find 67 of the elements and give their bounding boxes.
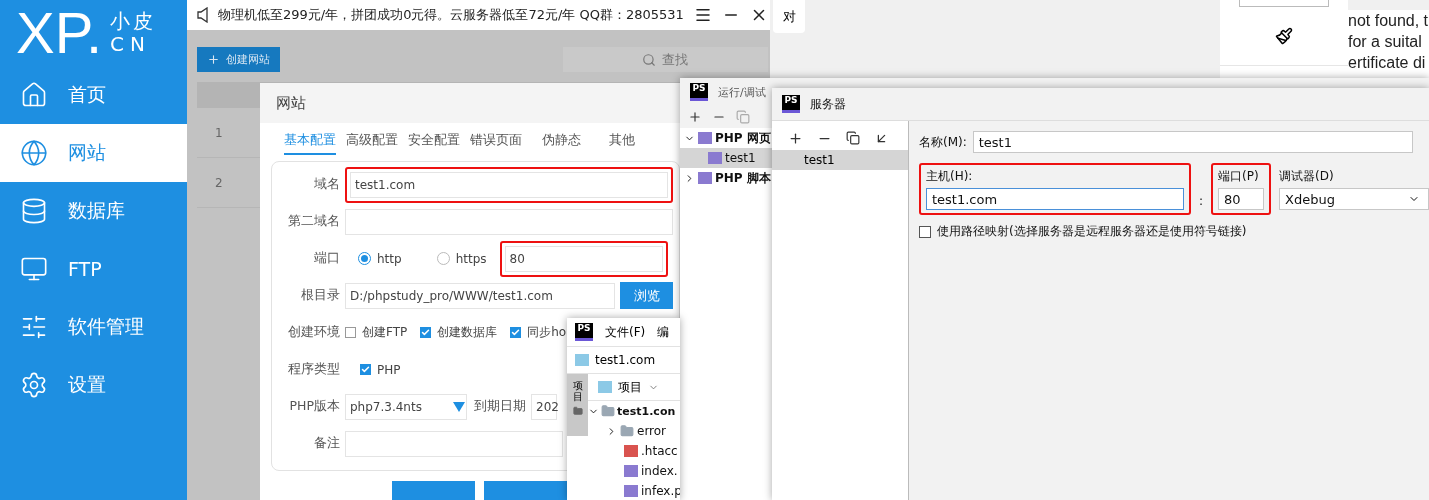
table-cell: 2: [215, 175, 223, 190]
logo-domain: CN: [110, 33, 152, 56]
checkbox-label: 创建数据库: [437, 324, 498, 341]
browser-text-line: not found, t: [1348, 11, 1429, 31]
tree-item[interactable]: test1.con: [588, 401, 680, 421]
host-field[interactable]: test1.com: [925, 188, 1184, 210]
tree-item[interactable]: error: [588, 421, 680, 441]
checkbox-label: PHP: [377, 362, 401, 377]
tree-item[interactable]: .htacc: [588, 441, 680, 461]
field-label: 主机(H):: [925, 168, 974, 185]
field-label: 到期日期: [473, 398, 526, 415]
logo-mark: XP.: [16, 4, 102, 62]
app-logo: PS: [575, 323, 593, 341]
app-logo: PS: [782, 95, 800, 113]
side-tab[interactable]: 项目: [567, 374, 588, 436]
menu-item[interactable]: 文件(F): [605, 323, 646, 341]
domain-field[interactable]: test1.com: [350, 171, 668, 198]
tree-item[interactable]: PHP 网页: [680, 128, 772, 148]
field-label: 根目录: [300, 287, 340, 304]
tab[interactable]: 伪静态: [542, 129, 581, 155]
tab[interactable]: 错误页面: [470, 129, 522, 155]
name-field[interactable]: test1: [972, 131, 1413, 153]
port-field[interactable]: 80: [1218, 188, 1264, 210]
field-label: 端口: [313, 250, 340, 267]
radio-option[interactable]: https: [436, 251, 487, 266]
radio-option[interactable]: http: [358, 251, 402, 266]
app-logo: PS: [690, 83, 708, 101]
field-label: 端口(P): [1218, 168, 1260, 185]
menu-item[interactable]: 编: [657, 323, 670, 341]
browser-text-line: for a suital: [1348, 32, 1423, 52]
view-selector[interactable]: 项目: [618, 378, 642, 396]
field-label: 创建环境: [287, 324, 340, 341]
field-label: 第二域名: [287, 213, 340, 230]
tab-card[interactable]: 对: [773, 0, 805, 33]
debugger-select[interactable]: Xdebug: [1279, 188, 1429, 210]
expiry-date-field[interactable]: 202: [531, 393, 557, 420]
field-label: PHP版本: [288, 398, 340, 415]
tree-item[interactable]: index.: [588, 461, 680, 481]
field-label: 域名: [313, 176, 340, 193]
field-label: 备注: [313, 435, 340, 452]
checkbox-label: 同步ho: [527, 324, 567, 341]
separator-text: :: [1198, 194, 1203, 210]
tree-item[interactable]: test1: [680, 148, 772, 168]
browser-text-line: ertificate di: [1348, 53, 1427, 73]
server-list-item[interactable]: test1: [772, 150, 908, 170]
checkbox-label: 创建FTP: [362, 324, 408, 341]
checkbox-label: 使用路径映射(选择服务器是远程服务器还是使用符号链接): [936, 223, 1247, 240]
root-path-field[interactable]: D:/phpstudy_pro/WWW/test1.com: [345, 282, 615, 309]
php-version-select[interactable]: php7.3.4nts: [345, 393, 467, 420]
window-title: 服务器: [810, 95, 846, 113]
nav-item[interactable]: 网站: [0, 124, 187, 182]
dialog-title: 网站: [276, 93, 306, 113]
field-label: 名称(M):: [918, 133, 967, 151]
project-name[interactable]: test1.com: [595, 353, 656, 367]
tab[interactable]: 安全配置: [408, 129, 460, 155]
table-cell: 1: [215, 125, 223, 140]
tab[interactable]: 基本配置: [284, 129, 336, 155]
port-field[interactable]: 80: [504, 245, 663, 272]
tab[interactable]: 其他: [609, 129, 635, 155]
create-site-button[interactable]: 创建网站: [197, 47, 280, 72]
tab[interactable]: 高级配置: [346, 129, 398, 155]
logo-name: 小皮: [110, 10, 156, 33]
field-label: 调试器(D): [1279, 168, 1335, 185]
window-title: 运行/调试: [718, 84, 766, 100]
field-label: 程序类型: [287, 361, 340, 378]
notice-text: 物理机低至299元/年，拼团成功0元得。云服务器低至72元/年 QQ群：2805531: [218, 6, 684, 24]
tree-item[interactable]: PHP 脚本: [680, 168, 772, 188]
